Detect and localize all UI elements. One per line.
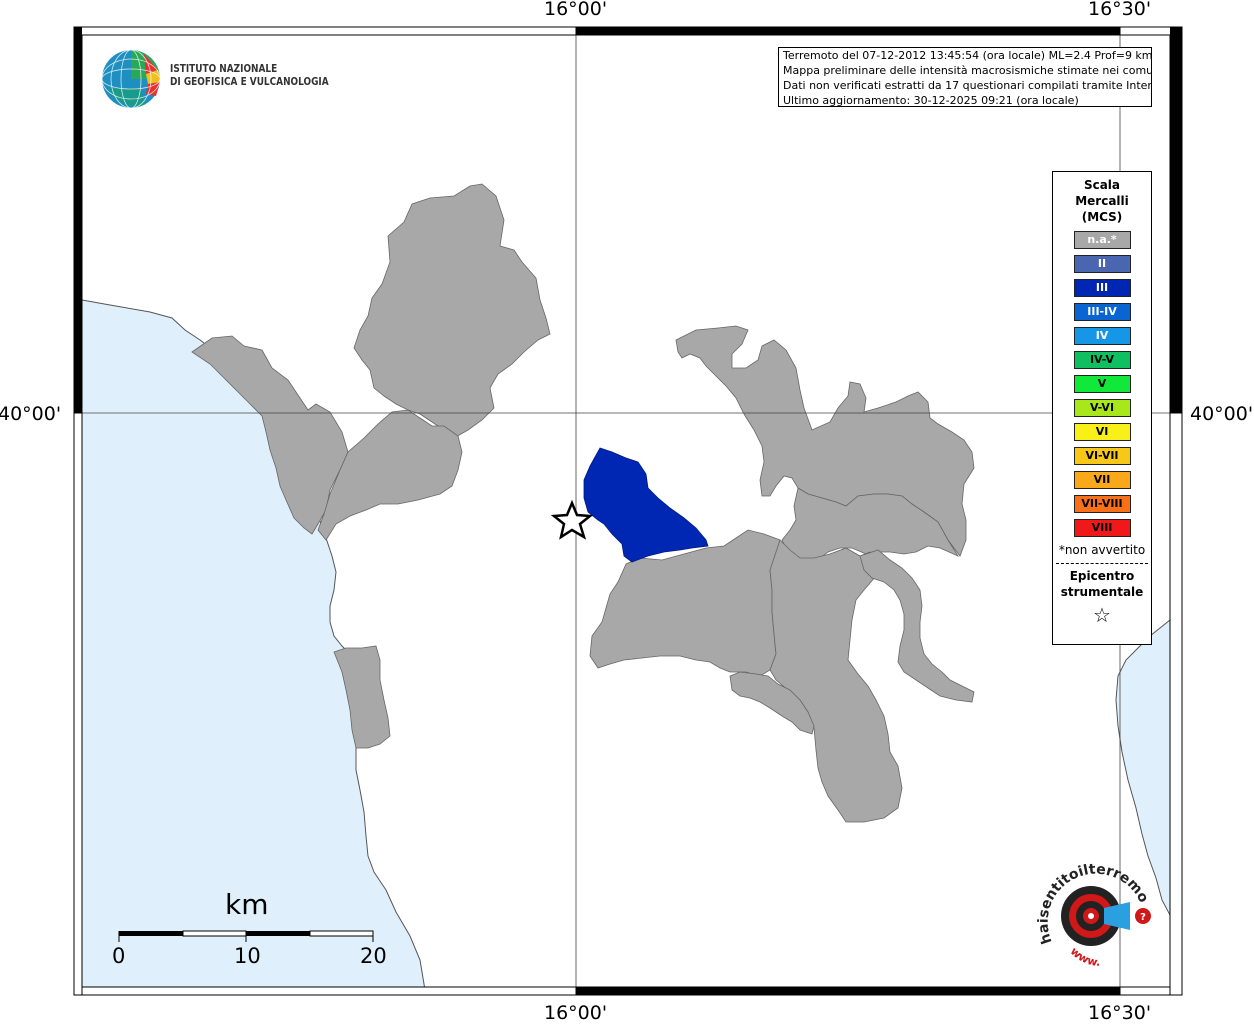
legend-swatch-iiiiv: III-IV — [1073, 303, 1131, 321]
legend-swatch-vii: VII — [1073, 471, 1131, 489]
legend-swatch-vvi: V-VI — [1073, 399, 1131, 417]
legend-swatch-ii: II — [1073, 255, 1131, 273]
ingv-name-line2: DI GEOFISICA E VULCANOLOGIA — [170, 76, 329, 88]
globe-icon — [101, 49, 161, 109]
legend-swatch-iii: III — [1073, 279, 1131, 297]
legend-swatch-viii: VIII — [1073, 519, 1131, 537]
legend-swatch-vi: VI — [1073, 423, 1131, 441]
scale-tick-10: 10 — [234, 944, 261, 968]
coord-top-16-00: 16°00' — [544, 0, 608, 20]
svg-text:haisentitoilterremoto.it: haisentitoilterremoto.it — [1030, 862, 1152, 946]
badge-site-name: haisentitoilterremoto.it — [1025, 850, 1151, 946]
coord-bottom-16-00: 16°00' — [544, 1002, 608, 1024]
coord-top-16-30: 16°30' — [1088, 0, 1152, 20]
legend-star-icon: ☆ — [1093, 603, 1111, 627]
legend-swatch-viiviii: VII-VIII — [1073, 495, 1131, 513]
svg-text:www.: www. — [1068, 945, 1101, 969]
legend-title: Scala Mercalli (MCS) — [1075, 178, 1129, 224]
legend-swatch-na: n.a.* — [1073, 231, 1131, 249]
scale-tick-20: 20 — [360, 944, 387, 968]
legend-note: *non avvertito — [1058, 543, 1146, 557]
event-info-line: Terremoto del 07-12-2012 13:45:54 (ora l… — [783, 49, 1152, 62]
legend-swatch-iv: IV — [1073, 327, 1131, 345]
legend-swatch-vivii: VI-VII — [1073, 447, 1131, 465]
event-info-line: Dati non verificati estratti da 17 quest… — [783, 79, 1152, 92]
legend-divider — [1056, 563, 1148, 564]
scale-unit: km — [225, 888, 269, 921]
legend-swatches: n.a.* II III III-IV IV IV-V V V-VI VI VI-VII VII VI… — [1053, 231, 1151, 537]
event-info-line: Ultimo aggiornamento: 30-12-2025 09:21 (… — [783, 94, 1079, 107]
coord-right-40-00: 40°00' — [1190, 403, 1254, 425]
badge-text: haisentitoilterremoto.it www. — [1025, 850, 1160, 972]
legend-swatch-v: V — [1073, 375, 1131, 393]
legend-epicenter-label: Epicentro strumentale — [1060, 569, 1144, 599]
event-info-line: Mappa preliminare delle intensità macros… — [783, 64, 1152, 77]
badge-www: www. — [1068, 945, 1101, 969]
legend-swatch-ivv: IV-V — [1073, 351, 1131, 369]
ingv-logo: ISTITUTO NAZIONALE DI GEOFISICA E VULCAN… — [100, 48, 329, 109]
mcs-legend: Scala Mercalli (MCS) n.a.* II III III-IV IV I… — [1052, 171, 1152, 645]
event-info-box: Terremoto del 07-12-2012 13:45:54 (ora l… — [778, 47, 1152, 107]
coord-bottom-16-30: 16°30' — [1088, 1002, 1152, 1024]
scale-tick-0: 0 — [112, 944, 126, 968]
ingv-name-line1: ISTITUTO NAZIONALE — [170, 63, 278, 75]
coord-left-40-00: 40°00' — [0, 403, 62, 425]
